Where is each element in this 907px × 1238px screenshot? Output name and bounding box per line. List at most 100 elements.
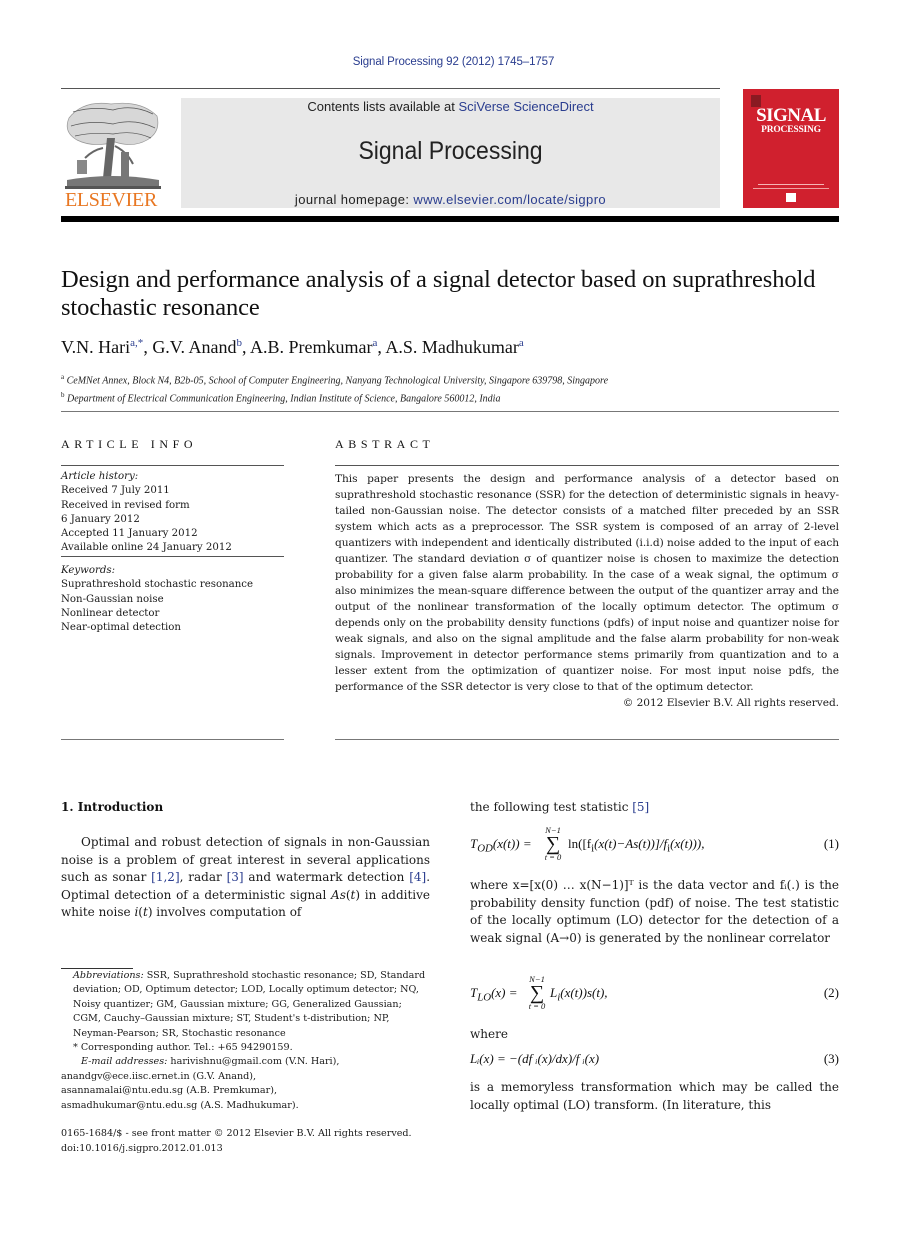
doi-link[interactable]: doi:10.1016/j.sigpro.2012.01.013 bbox=[61, 1141, 430, 1156]
keyword-item: Suprathreshold stochastic resonance bbox=[61, 579, 254, 591]
section-divider bbox=[61, 739, 284, 740]
keywords: Keywords: Suprathreshold stochastic reso… bbox=[61, 564, 291, 635]
homepage-prefix: journal homepage: bbox=[294, 192, 414, 207]
citation-link[interactable]: [1,2] bbox=[151, 870, 179, 884]
author-name[interactable]: A.B. Premkumar bbox=[250, 337, 372, 357]
introduction-heading: 1. Introduction bbox=[61, 800, 164, 814]
front-matter-copyright: 0165-1684/$ - see front matter © 2012 El… bbox=[61, 1128, 412, 1139]
section-divider bbox=[335, 739, 839, 740]
header-thick-rule bbox=[61, 216, 839, 222]
article-history: Article history: Received 7 July 2011 Re… bbox=[61, 470, 291, 556]
affiliation-text: CeMNet Annex, Block N4, B2b-05, School o… bbox=[66, 375, 609, 387]
author-affiliation-mark[interactable]: a bbox=[519, 337, 524, 349]
affiliation-text: Department of Electrical Communication E… bbox=[67, 393, 501, 405]
eq-symbol: (x(t))s(t), bbox=[560, 985, 608, 1000]
abbreviations-footnote: Abbreviations: SSR, Suprathreshold stoch… bbox=[61, 969, 430, 1041]
right-column-paragraph: is a memoryless transformation which may… bbox=[470, 1080, 839, 1112]
abstract-heading: ABSTRACT bbox=[335, 437, 435, 451]
citation-link[interactable]: [3] bbox=[227, 870, 244, 884]
text-run: ) involves computation of bbox=[147, 905, 302, 919]
author-name[interactable]: G.V. Anand bbox=[152, 337, 236, 357]
journal-name: Signal Processing bbox=[358, 137, 543, 165]
cover-subtitle-line bbox=[758, 184, 824, 185]
citation-link[interactable]: [5] bbox=[632, 800, 649, 814]
history-item: Received 7 July 2011 bbox=[61, 485, 170, 497]
article-info-heading: ARTICLE INFO bbox=[61, 437, 198, 451]
sum-lower-limit: t = 0 bbox=[544, 852, 562, 862]
cover-emblem-icon bbox=[786, 193, 796, 202]
header-divider bbox=[61, 88, 720, 89]
text-run: the following test statistic bbox=[470, 800, 633, 814]
keyword-item: Nonlinear detector bbox=[61, 607, 160, 619]
email-link[interactable]: harivishnu@gmail.com (V.N. Hari), bbox=[167, 1056, 339, 1067]
affiliation-item: b Department of Electrical Communication… bbox=[61, 388, 841, 406]
affiliation-mark: b bbox=[61, 391, 65, 400]
author-affiliation-mark[interactable]: a,* bbox=[130, 337, 143, 349]
footnotes: Abbreviations: SSR, Suprathreshold stoch… bbox=[61, 969, 430, 1113]
affiliations: a CeMNet Annex, Block N4, B2b-05, School… bbox=[61, 370, 841, 407]
eq-symbol: ln([f bbox=[568, 836, 592, 851]
elsevier-tree-icon bbox=[65, 102, 161, 189]
keywords-heading: Keywords: bbox=[61, 565, 116, 576]
abstract-copyright: © 2012 Elsevier B.V. All rights reserved… bbox=[622, 697, 839, 709]
history-heading: Article history: bbox=[61, 471, 139, 482]
article-title: Design and performance analysis of a sig… bbox=[61, 266, 816, 321]
summation-icon: N−1 ∑ t = 0 bbox=[540, 826, 566, 862]
email-link[interactable]: anandgv@ece.iisc.ernet.in (G.V. Anand), bbox=[61, 1070, 430, 1084]
cover-title-line1: SIGNAL bbox=[756, 105, 826, 126]
eq-symbol: (x(t)−As(t))]/f bbox=[594, 836, 668, 851]
homepage-line: journal homepage: www.elsevier.com/locat… bbox=[181, 192, 720, 207]
keyword-item: Near-optimal detection bbox=[61, 622, 181, 634]
history-item: Accepted 11 January 2012 bbox=[61, 528, 198, 540]
abstract-text: This paper presents the design and perfo… bbox=[335, 473, 839, 693]
journal-reference-link[interactable]: Signal Processing 92 (2012) 1745–1757 bbox=[0, 56, 907, 68]
author-affiliation-mark[interactable]: b bbox=[237, 337, 243, 349]
cover-title: SIGNAL PROCESSING bbox=[743, 105, 839, 136]
text-run: , radar bbox=[179, 870, 227, 884]
homepage-link[interactable]: www.elsevier.com/locate/sigpro bbox=[413, 192, 606, 207]
abbreviations-heading: Abbreviations: bbox=[73, 970, 144, 981]
email-link[interactable]: asannamalai@ntu.edu.sg (A.B. Premkumar), bbox=[61, 1084, 430, 1098]
history-item: 6 January 2012 bbox=[61, 513, 140, 525]
history-item: Available online 24 January 2012 bbox=[61, 542, 232, 554]
article-info-rule bbox=[61, 556, 284, 557]
eq-subscript: LO bbox=[477, 991, 492, 1004]
author-name[interactable]: A.S. Madhukumar bbox=[385, 337, 519, 357]
keyword-item: Non-Gaussian noise bbox=[61, 593, 164, 605]
journal-cover-image[interactable]: SIGNAL PROCESSING bbox=[743, 89, 839, 208]
contents-prefix: Contents lists available at bbox=[307, 99, 459, 114]
right-column-lead: the following test statistic [5] bbox=[470, 799, 839, 817]
introduction-paragraph: Optimal and robust detection of signals … bbox=[61, 834, 430, 922]
corresponding-author-note: * Corresponding author. Tel.: +65 942901… bbox=[73, 1042, 293, 1054]
elsevier-logo[interactable]: ELSEVIER bbox=[61, 98, 161, 210]
author-name[interactable]: V.N. Hari bbox=[61, 337, 130, 357]
sciencedirect-link[interactable]: SciVerse ScienceDirect bbox=[458, 99, 593, 114]
front-matter: 0165-1684/$ - see front matter © 2012 El… bbox=[61, 1126, 430, 1156]
right-column-paragraph: where x=[x(0) … x(N−1)]ᵀ is the data vec… bbox=[470, 878, 839, 945]
email-heading: E-mail addresses: bbox=[81, 1056, 168, 1068]
equation-number: (1) bbox=[823, 836, 839, 851]
where-text: where bbox=[470, 1027, 508, 1041]
equation-1: TOD(x(t)) = N−1 ∑ t = 0 ln([fi(x(t)−As(t… bbox=[470, 826, 839, 866]
section-divider bbox=[61, 411, 839, 412]
eq-symbol: (x(t)) = bbox=[492, 836, 532, 851]
equation-number: (3) bbox=[823, 1051, 839, 1066]
history-item: Received in revised form bbox=[61, 499, 190, 511]
equation-3: Lᵢ(x) = −(df ᵢ(x)/dx)/f ᵢ(x) (3) bbox=[470, 1051, 839, 1069]
eq-text: Lᵢ(x) = −(df ᵢ(x)/dx)/f ᵢ(x) bbox=[470, 1051, 600, 1066]
eq-symbol: (x(t))), bbox=[670, 836, 705, 851]
email-footnote: E-mail addresses: harivishnu@gmail.com (… bbox=[61, 1055, 430, 1069]
contents-line: Contents lists available at SciVerse Sci… bbox=[181, 99, 720, 114]
eq-subscript: OD bbox=[477, 842, 493, 855]
equation-number: (2) bbox=[823, 985, 839, 1000]
text-run: and watermark detection bbox=[243, 870, 410, 884]
author-list: V.N. Haria,*, G.V. Anandb, A.B. Premkuma… bbox=[61, 337, 524, 357]
author-affiliation-mark[interactable]: a bbox=[373, 337, 378, 349]
email-link[interactable]: asmadhukumar@ntu.edu.sg (A.S. Madhukumar… bbox=[61, 1099, 430, 1113]
eq-symbol: (x) = bbox=[491, 985, 518, 1000]
equation-2: TLO(x) = N−1 ∑ t = 0 Li(x(t))s(t), (2) bbox=[470, 975, 839, 1015]
cover-title-line2: PROCESSING bbox=[761, 125, 821, 135]
article-info-rule bbox=[61, 465, 284, 466]
citation-link[interactable]: [4] bbox=[409, 870, 426, 884]
math-symbol: As bbox=[331, 887, 346, 902]
